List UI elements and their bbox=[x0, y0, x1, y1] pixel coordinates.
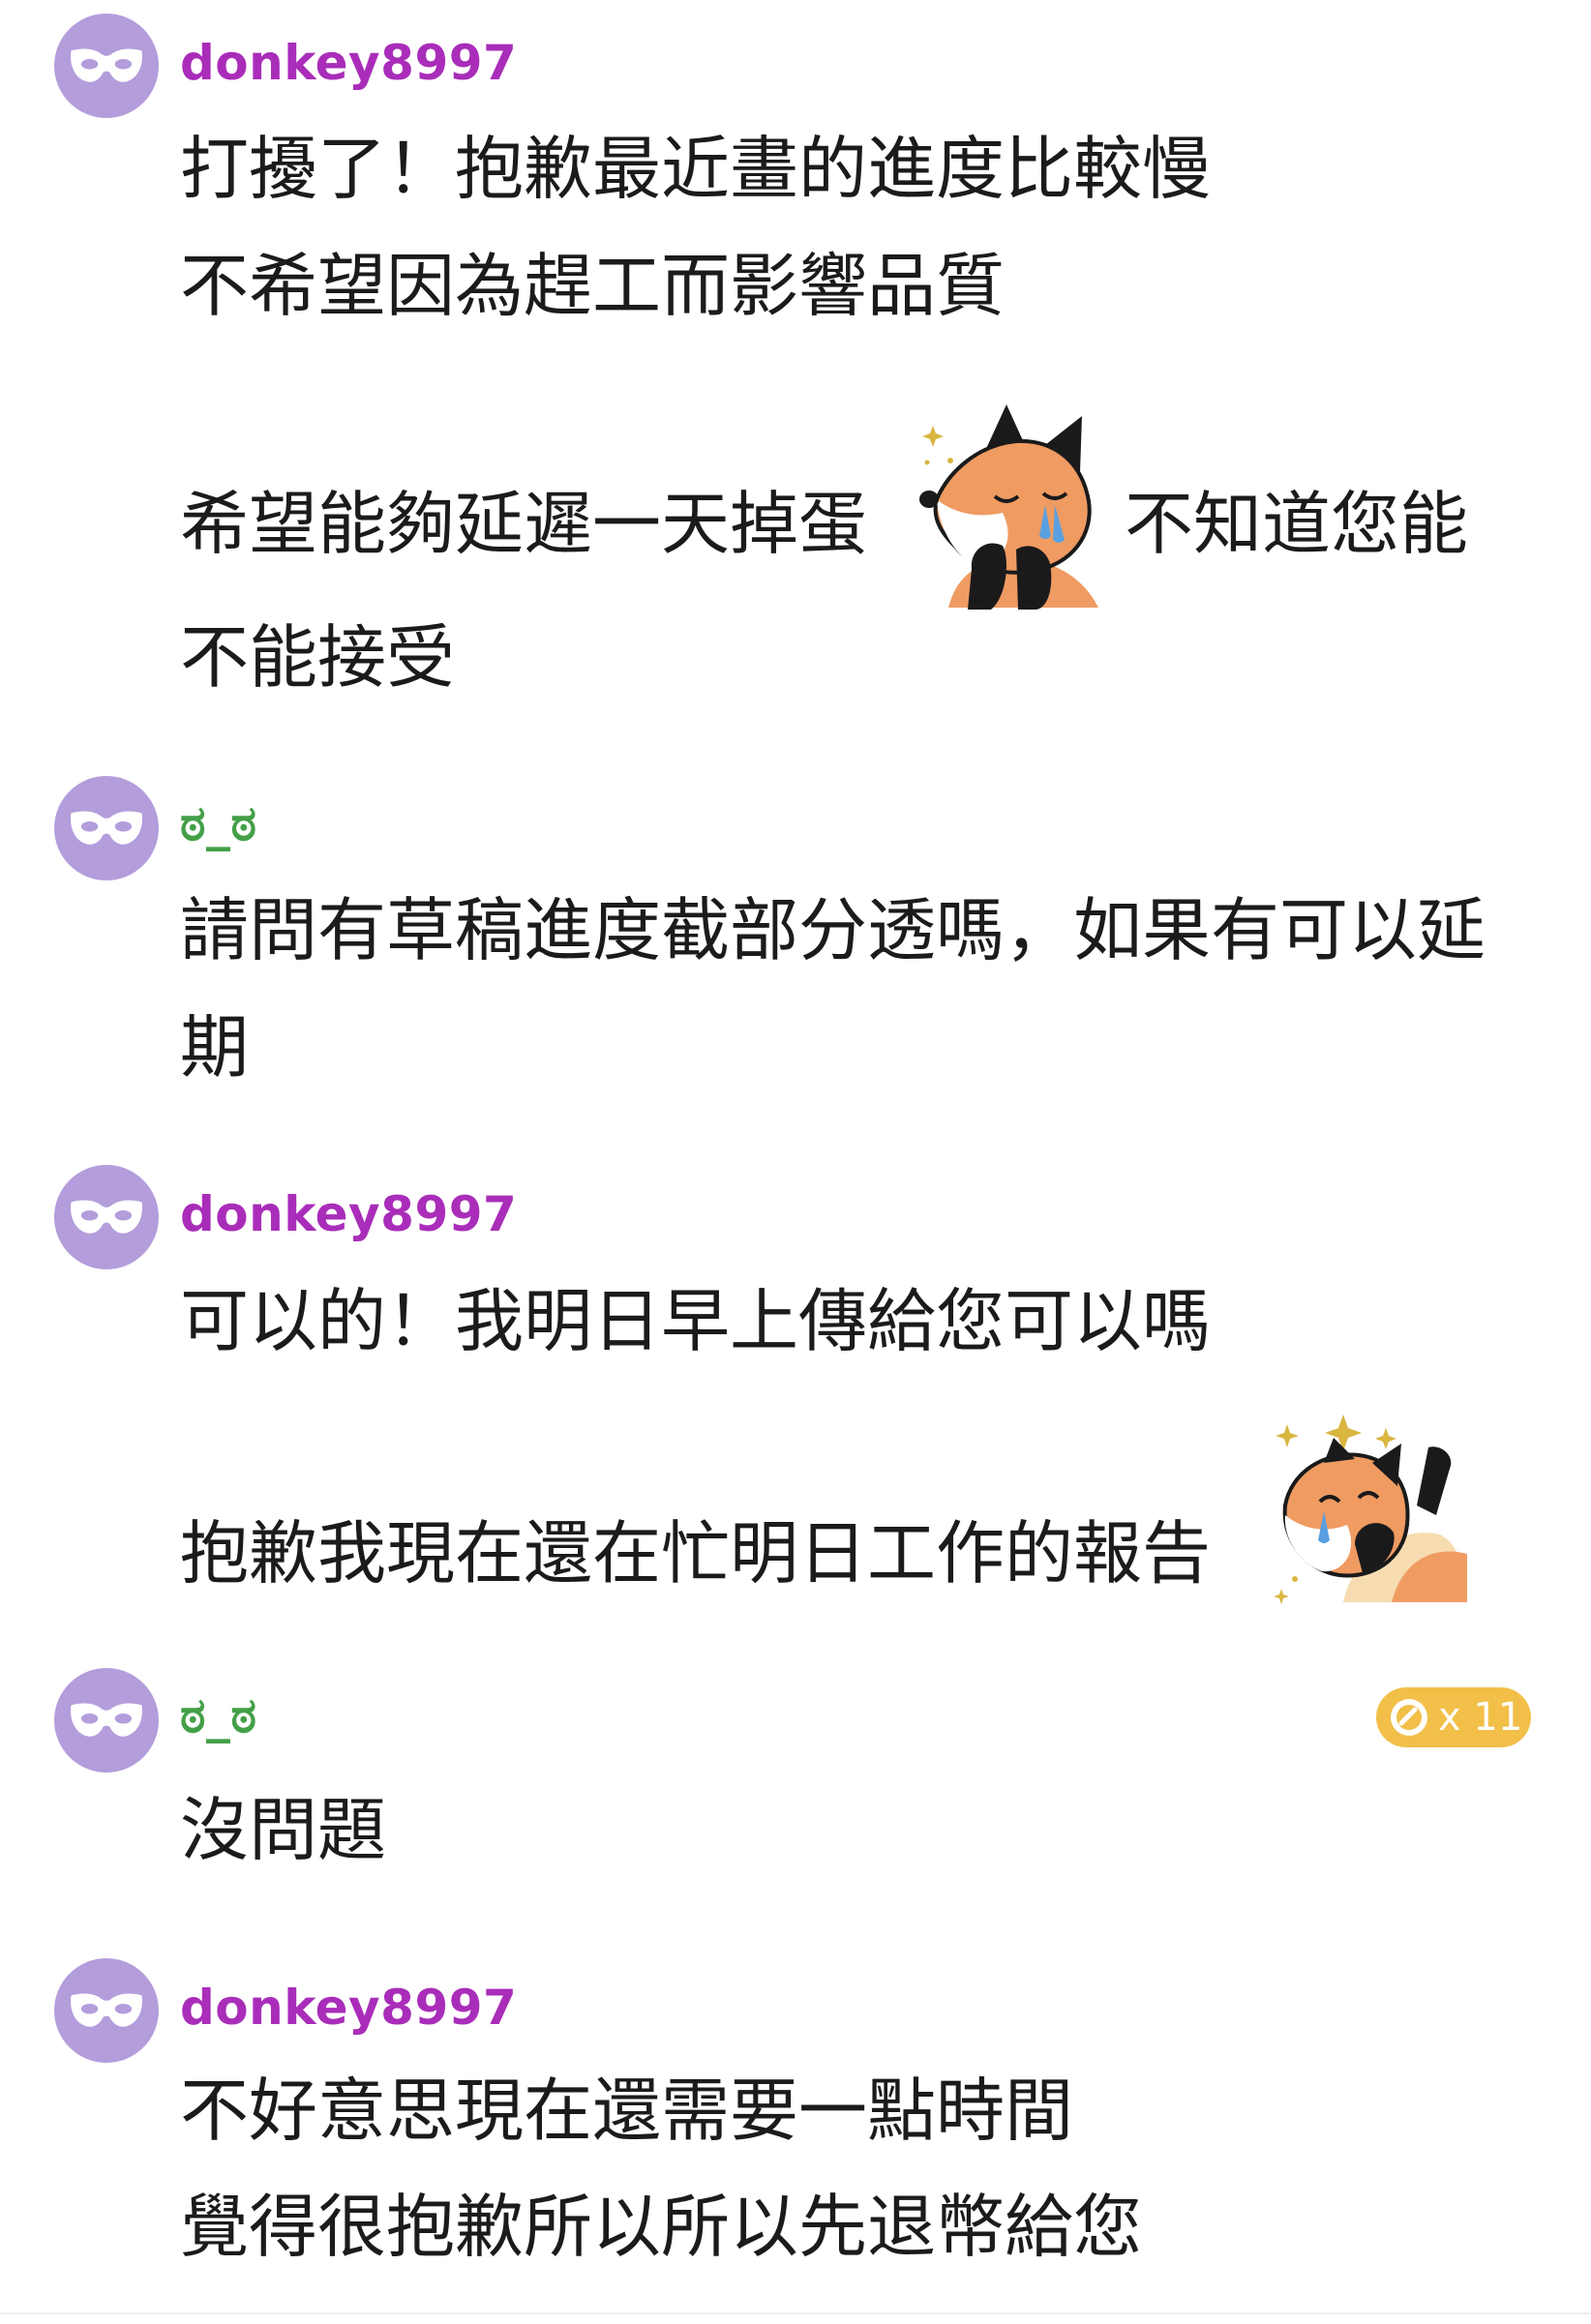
avatar[interactable] bbox=[54, 14, 159, 118]
message-text: 沒問題 bbox=[180, 1790, 387, 1870]
message-text: 不希望因為趕工而影響品質 bbox=[180, 246, 1006, 326]
coin-badge[interactable]: x 11 bbox=[1376, 1687, 1531, 1747]
chat-message: donkey8997 不好意思現在還需要一點時間 覺得很抱歉所以所以先退幣給您 bbox=[0, 1916, 1591, 2312]
mask-icon bbox=[71, 1993, 142, 2027]
mask-icon bbox=[71, 811, 142, 845]
message-text: 覺得很抱歉所以所以先退幣給您 bbox=[180, 2187, 1143, 2267]
username[interactable]: donkey8997 bbox=[180, 35, 517, 91]
chat-message: ಠ_ಠ x 11 沒問題 bbox=[0, 1625, 1591, 1916]
message-text: 不知道您能 bbox=[1125, 484, 1469, 564]
mask-icon bbox=[71, 1200, 142, 1234]
avatar[interactable] bbox=[54, 776, 159, 880]
chat-message: donkey8997 打擾了！抱歉最近畫的進度比較慢 不希望因為趕工而影響品質 … bbox=[0, 0, 1591, 755]
divider bbox=[0, 2312, 1591, 2314]
avatar[interactable] bbox=[54, 1958, 159, 2063]
message-text: 打擾了！抱歉最近畫的進度比較慢 bbox=[180, 129, 1212, 209]
mask-icon bbox=[71, 48, 142, 82]
message-text: 期 bbox=[180, 1007, 250, 1088]
avatar[interactable] bbox=[54, 1668, 159, 1773]
mask-icon bbox=[71, 1703, 142, 1737]
laughing-fox-sticker bbox=[1266, 1409, 1469, 1612]
crying-fox-sticker bbox=[910, 404, 1108, 612]
username[interactable]: ಠ_ಠ bbox=[180, 795, 256, 852]
message-text: 可以的！我明日早上傳給您可以嗎 bbox=[180, 1281, 1212, 1361]
message-text: 抱歉我現在還在忙明日工作的報告 bbox=[180, 1513, 1212, 1594]
message-text: 請問有草稿進度截部分透嗎，如果有可以延 bbox=[180, 890, 1486, 970]
message-text: 希望能夠延遲一天掉蛋 bbox=[180, 484, 868, 564]
message-text: 不好意思現在還需要一點時間 bbox=[180, 2071, 1074, 2151]
username[interactable]: donkey8997 bbox=[180, 1980, 517, 2036]
chat-message: ಠ_ಠ 請問有草稿進度截部分透嗎，如果有可以延 期 bbox=[0, 755, 1591, 1142]
coin-icon bbox=[1391, 1699, 1427, 1736]
username[interactable]: ಠ_ಠ bbox=[180, 1687, 256, 1744]
avatar[interactable] bbox=[54, 1165, 159, 1269]
chat-message: donkey8997 可以的！我明日早上傳給您可以嗎 抱歉我現在還在忙明日工作的… bbox=[0, 1142, 1591, 1625]
message-text: 不能接受 bbox=[180, 617, 456, 698]
coin-count: x 11 bbox=[1438, 1695, 1523, 1740]
username[interactable]: donkey8997 bbox=[180, 1186, 517, 1242]
